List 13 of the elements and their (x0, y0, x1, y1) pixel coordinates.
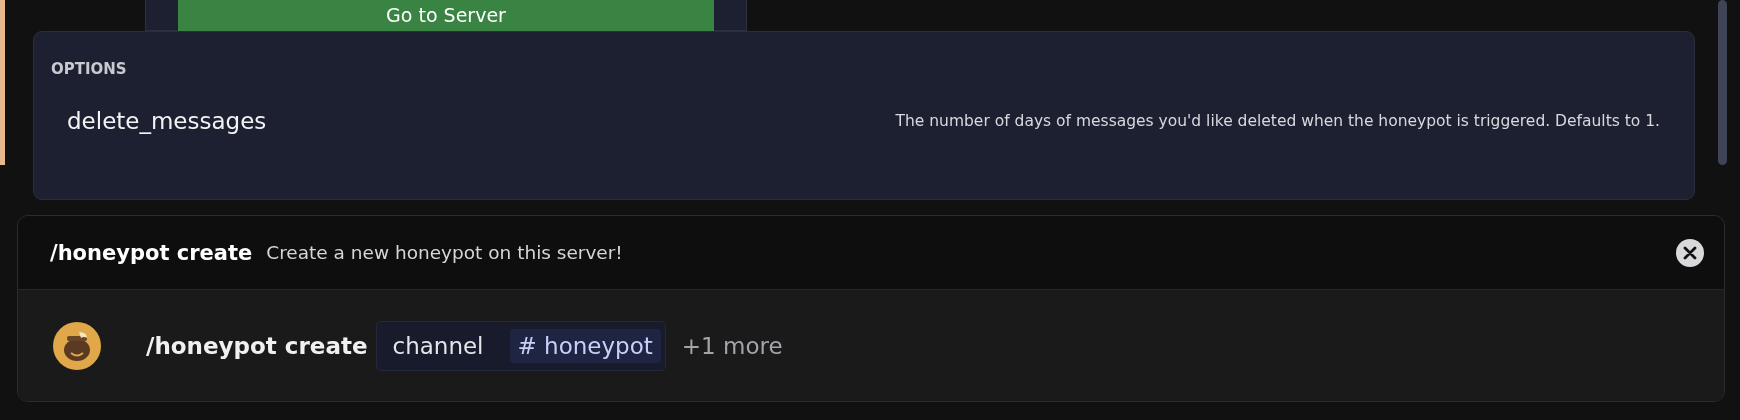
option-item[interactable]: delete_messages The number of days of messages you'd like deleted when the honeypot is triggered. Defaults to 1. (51, 108, 1677, 134)
scrollbar-thumb[interactable] (1718, 0, 1727, 165)
message-input-field[interactable]: /honeypot create channel # honeypot +1 more (18, 290, 1724, 401)
go-to-server-button[interactable]: Go to Server (178, 0, 714, 31)
command-description: Create a new honeypot on this server! (266, 242, 623, 263)
option-value[interactable]: # honeypot (509, 328, 661, 363)
option-chip[interactable]: channel # honeypot (375, 320, 666, 371)
command-name: /honeypot create (50, 240, 253, 265)
more-options-text: +1 more (681, 332, 783, 359)
options-heading: OPTIONS (51, 60, 128, 78)
pot-icon (53, 321, 101, 370)
close-icon[interactable] (1676, 238, 1704, 267)
command-text: /honeypot create (146, 332, 368, 359)
